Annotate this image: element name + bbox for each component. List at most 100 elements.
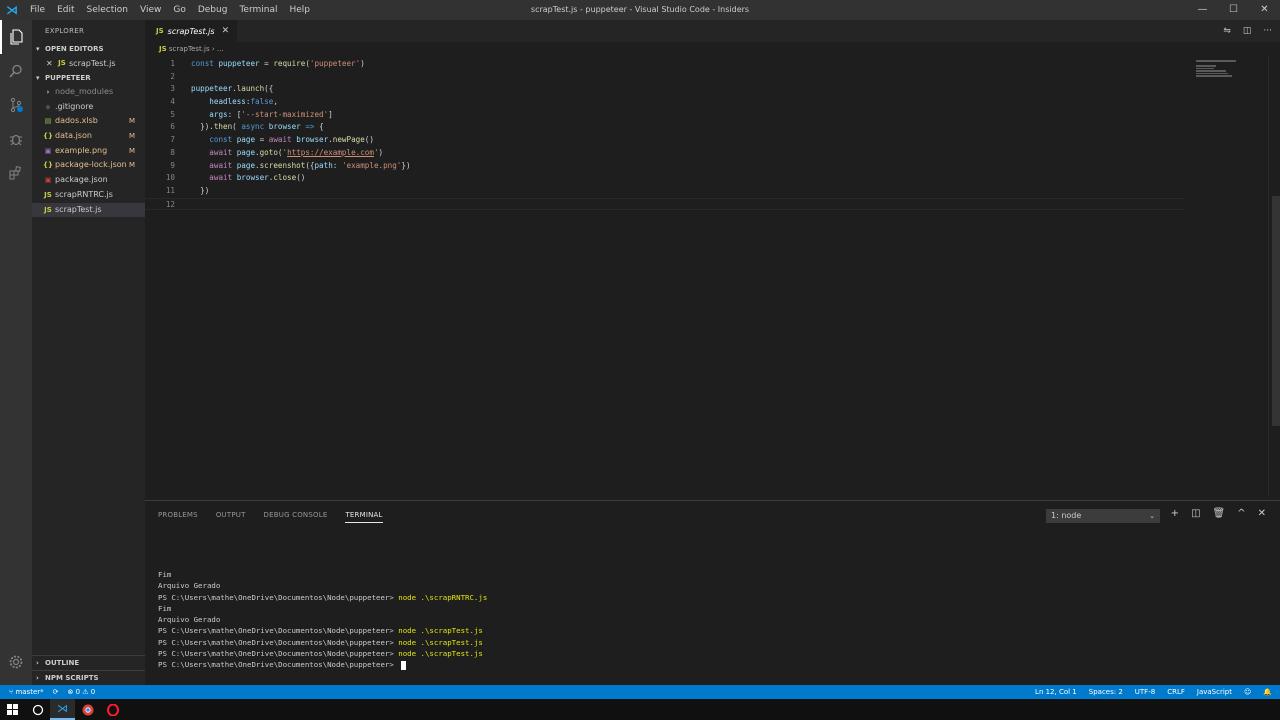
file-tree-item[interactable]: ◆ .gitignore <box>32 100 145 115</box>
tab-terminal[interactable]: TERMINAL <box>345 507 383 523</box>
feedback-icon[interactable]: ☺ <box>1244 688 1251 696</box>
terminal-line: PS C:\Users\mathe\OneDrive\Documentos\No… <box>158 637 487 648</box>
code-token: await <box>209 160 237 170</box>
menu-item-go[interactable]: Go <box>167 5 191 15</box>
line-content: }).then( async browser => { <box>175 121 324 134</box>
split-terminal-icon[interactable]: ◫ <box>1191 508 1200 519</box>
search-icon[interactable] <box>0 54 32 88</box>
menu-item-terminal[interactable]: Terminal <box>233 5 283 15</box>
code-editor[interactable]: 1 const puppeteer = require('puppeteer') 2… <box>145 58 1185 211</box>
chevron-down-icon: ▾ <box>36 74 40 82</box>
terminal-line: Arquivo Gerado <box>158 580 487 591</box>
file-tree-item[interactable]: JS scrapTest.js <box>32 202 145 218</box>
code-token: { <box>314 122 324 132</box>
code-line: 10 await browser.close() <box>145 172 1185 185</box>
file-tree-item[interactable]: ▤ dados.xlsb M <box>32 114 145 129</box>
terminal-output[interactable]: Fim Arquivo Gerado PS C:\Users\mathe\OneDr… <box>158 569 487 671</box>
code-line: 5 args: ['--start-maximized'] <box>145 109 1185 122</box>
close-icon[interactable]: ✕ <box>46 56 56 71</box>
compare-icon[interactable]: ⇋ <box>1223 26 1231 36</box>
git-branch[interactable]: ⑂ master* <box>9 688 44 696</box>
indentation[interactable]: Spaces: 2 <box>1089 688 1123 696</box>
open-editors-label: OPEN EDITORS <box>45 45 104 53</box>
gear-icon[interactable] <box>0 645 32 679</box>
more-actions-icon[interactable]: ··· <box>1263 26 1272 36</box>
code-token: headless <box>209 97 246 107</box>
search-circle-icon[interactable] <box>25 699 50 720</box>
trash-icon[interactable]: 🗑 <box>1213 508 1226 519</box>
maximize-panel-icon[interactable]: ^ <box>1237 508 1245 519</box>
editor-scrollbar[interactable] <box>1268 56 1280 496</box>
problems-indicator[interactable]: ⊗ 0 ⚠ 0 <box>68 688 96 696</box>
file-tree-item[interactable]: ▣ package.json <box>32 173 145 188</box>
code-token: browser <box>268 122 301 132</box>
opera-icon[interactable] <box>100 699 125 720</box>
extensions-icon[interactable] <box>0 156 32 190</box>
file-type-icon: JS <box>44 190 52 199</box>
code-token: }) <box>191 185 210 195</box>
outline-section[interactable]: › OUTLINE <box>32 655 145 670</box>
open-editor-item[interactable]: ✕ JS scrapTest.js <box>32 56 145 71</box>
line-number: 5 <box>170 109 175 119</box>
minimap[interactable] <box>1196 60 1266 90</box>
menu-item-selection[interactable]: Selection <box>81 5 134 15</box>
chrome-icon[interactable] <box>75 699 100 720</box>
debug-icon[interactable] <box>0 122 32 156</box>
bell-icon[interactable]: 🔔 <box>1263 688 1272 696</box>
menu-item-help[interactable]: Help <box>283 5 316 15</box>
cursor-position[interactable]: Ln 12, Col 1 <box>1035 688 1077 696</box>
minimize-button[interactable]: — <box>1187 0 1218 20</box>
source-control-icon[interactable] <box>0 88 32 122</box>
tab-problems[interactable]: PROBLEMS <box>158 511 198 519</box>
line-content: headless:false, <box>175 96 278 109</box>
npm-scripts-section[interactable]: › NPM SCRIPTS <box>32 670 145 685</box>
code-token: const <box>209 135 237 145</box>
code-token: page <box>236 135 256 145</box>
encoding[interactable]: UTF-8 <box>1135 688 1155 696</box>
code-token: ] <box>328 109 333 119</box>
code-token: : <box>332 160 342 170</box>
code-token: }) <box>401 160 411 170</box>
menu-item-edit[interactable]: Edit <box>51 5 80 15</box>
tab-debug-console[interactable]: DEBUG CONSOLE <box>264 511 328 519</box>
file-tree-item[interactable]: › node_modules <box>32 85 145 100</box>
terminal-command: node .\scrapTest.js <box>398 649 483 659</box>
file-tree-item[interactable]: JS scrapRNTRC.js <box>32 188 145 203</box>
maximize-button[interactable]: ☐ <box>1218 0 1249 20</box>
file-tree-item[interactable]: {} package-lock.json M <box>32 158 145 173</box>
chevron-right-icon: › <box>36 659 39 667</box>
tab-scraptest[interactable]: JS scrapTest.js ✕ <box>145 20 238 42</box>
terminal-select[interactable]: 1: node ⌄ <box>1046 509 1160 523</box>
breadcrumb[interactable]: JS scrapTest.js › ... <box>145 42 1280 56</box>
file-name: package-lock.json <box>55 160 127 170</box>
file-tree: › node_modules ◆ .gitignore ▤ dados.xlsb M{} da… <box>32 85 145 218</box>
line-number: 11 <box>165 185 175 195</box>
close-icon[interactable]: ✕ <box>222 26 230 36</box>
files-icon[interactable] <box>0 20 32 54</box>
folder-section-puppeteer[interactable]: ▾ PUPPETEER <box>32 71 145 85</box>
sync-icon[interactable]: ⟳ <box>53 688 59 696</box>
vscode-icon[interactable]: ⋊ <box>50 699 75 720</box>
split-editor-icon[interactable]: ◫ <box>1243 26 1252 36</box>
menu-item-view[interactable]: View <box>134 5 167 15</box>
windows-start-icon[interactable] <box>0 699 25 720</box>
terminal-command: node .\scrapTest.js <box>398 637 483 647</box>
menu-item-debug[interactable]: Debug <box>192 5 234 15</box>
menu-item-file[interactable]: File <box>24 5 51 15</box>
language-mode[interactable]: JavaScript <box>1197 688 1232 696</box>
file-tree-item[interactable]: {} data.json M <box>32 129 145 144</box>
terminal-command: node .\scrapRNTRC.js <box>398 592 488 602</box>
tab-output[interactable]: OUTPUT <box>216 511 246 519</box>
explorer-sidebar: EXPLORER ▾ OPEN EDITORS ✕ JS scrapTest.js… <box>32 20 145 685</box>
breadcrumb-file[interactable]: scrapTest.js <box>169 45 210 53</box>
close-panel-icon[interactable]: ✕ <box>1258 508 1266 519</box>
terminal-prompt: PS C:\Users\mathe\OneDrive\Documentos\No… <box>158 660 399 670</box>
new-terminal-icon[interactable]: + <box>1171 508 1179 519</box>
file-tree-item[interactable]: ▣ example.png M <box>32 144 145 159</box>
open-editors-section[interactable]: ▾ OPEN EDITORS <box>32 42 145 56</box>
explorer-header: EXPLORER <box>45 27 85 35</box>
close-window-button[interactable]: ✕ <box>1249 0 1280 20</box>
end-of-line[interactable]: CRLF <box>1167 688 1185 696</box>
chevron-down-icon: ▾ <box>36 45 40 53</box>
